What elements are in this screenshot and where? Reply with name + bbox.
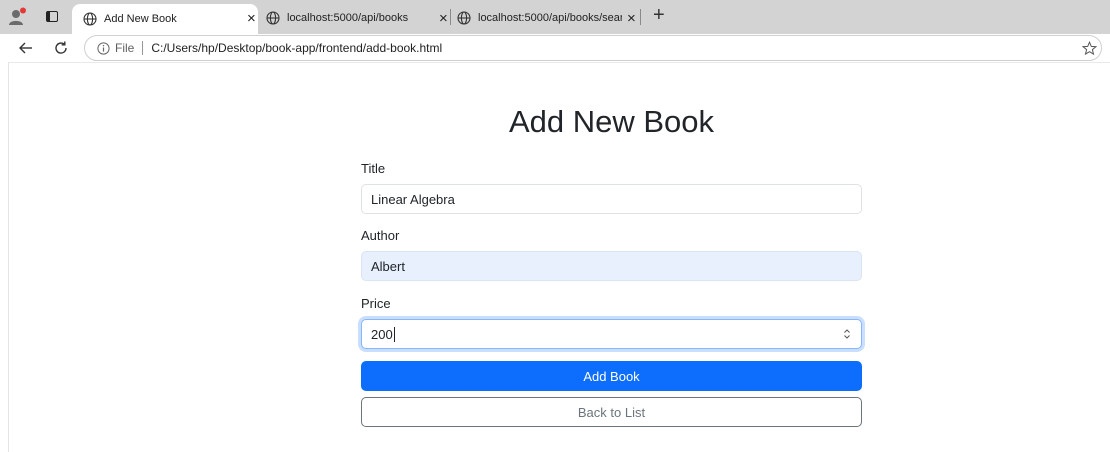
title-input-value: Linear Algebra	[371, 191, 455, 207]
star-icon[interactable]	[1082, 41, 1097, 56]
close-icon[interactable]: ×	[439, 11, 448, 26]
author-input[interactable]: Albert	[361, 251, 862, 281]
tab-add-new-book[interactable]: Add New Book ×	[72, 4, 258, 34]
browser-toolbar: File C:/Users/hp/Desktop/book-app/fronte…	[0, 34, 1110, 62]
page-title: Add New Book	[508, 104, 715, 139]
scheme-label: File	[115, 41, 135, 55]
close-icon[interactable]: ×	[627, 11, 636, 26]
info-icon[interactable]	[97, 41, 110, 55]
browser-tab-strip: Add New Book × localhost:5000/api/books …	[0, 0, 1110, 34]
title-input[interactable]: Linear Algebra	[361, 184, 862, 214]
close-icon[interactable]: ×	[247, 11, 256, 26]
reload-icon[interactable]	[53, 40, 69, 56]
author-label: Author	[361, 228, 400, 243]
back-arrow-icon[interactable]	[18, 40, 34, 56]
tab-api-books-search[interactable]: localhost:5000/api/books/search? ×	[457, 4, 637, 32]
title-label: Title	[361, 161, 386, 176]
add-book-button[interactable]: Add Book	[361, 361, 862, 391]
text-caret	[393, 326, 395, 342]
number-spinner-icon[interactable]	[843, 328, 851, 340]
tab-title: localhost:5000/api/books	[287, 12, 409, 24]
url-text[interactable]: C:/Users/hp/Desktop/book-app/frontend/ad…	[151, 41, 442, 55]
profile-icon[interactable]	[7, 6, 29, 28]
tab-actions-icon[interactable]	[46, 11, 58, 22]
new-tab-button[interactable]: +	[653, 5, 665, 25]
back-to-list-button[interactable]: Back to List	[361, 397, 862, 427]
tab-title: localhost:5000/api/books/search?	[478, 12, 622, 24]
tab-separator	[450, 9, 451, 25]
tab-api-books[interactable]: localhost:5000/api/books ×	[266, 4, 452, 32]
address-separator	[142, 41, 144, 55]
price-input-value: 200	[371, 326, 393, 342]
globe-icon	[457, 11, 471, 25]
tab-separator	[640, 9, 641, 25]
tab-title: Add New Book	[104, 13, 177, 25]
price-label: Price	[361, 296, 391, 311]
address-bar[interactable]: File C:/Users/hp/Desktop/book-app/fronte…	[84, 35, 1102, 61]
price-input[interactable]: 200	[361, 319, 862, 349]
author-input-value: Albert	[371, 258, 405, 274]
globe-icon	[83, 12, 97, 26]
globe-icon	[266, 11, 280, 25]
